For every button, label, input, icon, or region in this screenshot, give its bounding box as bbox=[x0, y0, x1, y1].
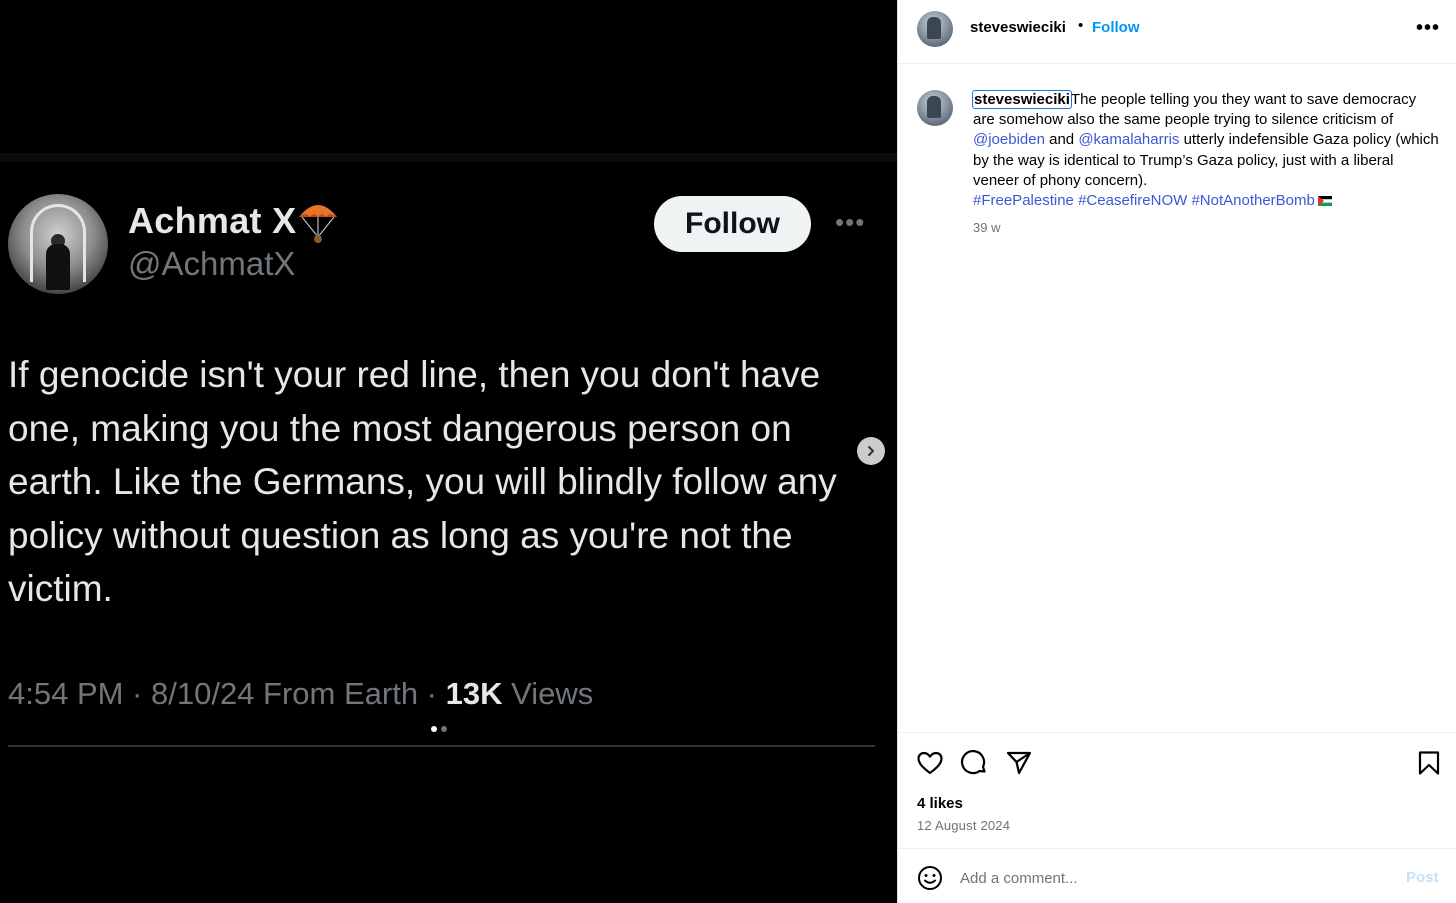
heart-icon[interactable] bbox=[916, 749, 944, 777]
carousel-dot-2 bbox=[441, 726, 447, 732]
caption-time-ago[interactable]: 39 w bbox=[973, 220, 1000, 235]
likes-count[interactable]: 4 likes bbox=[917, 795, 963, 812]
tweet-divider bbox=[8, 745, 875, 747]
caption-section: steveswiecikiThe people telling you they… bbox=[898, 64, 1456, 732]
hashtag-ceasefirenow[interactable]: #CeasefireNOW bbox=[1078, 192, 1187, 209]
next-slide-button[interactable] bbox=[857, 437, 885, 465]
author-avatar[interactable] bbox=[917, 11, 953, 47]
tweet-text: If genocide isn't your red line, then yo… bbox=[8, 354, 837, 609]
tweet-follow-button: Follow bbox=[654, 196, 811, 252]
comment-box: Post bbox=[898, 848, 1456, 903]
tweet-more-icon: ••• bbox=[835, 207, 866, 237]
media-top-band bbox=[0, 0, 897, 153]
follow-button[interactable]: Follow bbox=[1092, 19, 1140, 36]
carousel-dot-1 bbox=[431, 726, 437, 732]
hashtag-notanotherbomb[interactable]: #NotAnotherBomb bbox=[1191, 192, 1314, 209]
caption-text-2: and bbox=[1044, 131, 1079, 149]
parachute-icon bbox=[299, 205, 337, 243]
carousel-indicator bbox=[431, 726, 447, 732]
mention-joebiden[interactable]: @joebiden bbox=[973, 131, 1045, 148]
share-icon[interactable] bbox=[1005, 749, 1033, 777]
media-band-edge bbox=[0, 153, 897, 162]
chevron-right-icon bbox=[868, 446, 874, 456]
tweet-views-count: 13K bbox=[445, 676, 503, 711]
post-comment-button[interactable]: Post bbox=[1406, 869, 1439, 886]
caption-username[interactable]: steveswieciki bbox=[972, 90, 1072, 109]
palestine-flag-icon bbox=[1317, 196, 1332, 207]
author-username[interactable]: steveswieciki bbox=[970, 19, 1066, 36]
post-header: steveswieciki • Follow ••• bbox=[898, 0, 1456, 64]
caption-avatar[interactable] bbox=[917, 90, 953, 126]
tweet-timestamp: 4:54 PM · 8/10/24 From Earth · bbox=[8, 676, 446, 711]
comment-input[interactable] bbox=[960, 863, 1380, 893]
post-media[interactable]: Achmat X @AchmatX Follow ••• If genocide… bbox=[0, 0, 897, 903]
bookmark-icon[interactable] bbox=[1415, 749, 1443, 777]
hashtag-freepalestine[interactable]: #FreePalestine bbox=[973, 192, 1074, 209]
tweet-author-handle: @AchmatX bbox=[128, 245, 296, 282]
tweet-views-label: Views bbox=[502, 676, 594, 711]
comment-icon[interactable] bbox=[960, 749, 988, 777]
more-options-icon[interactable]: ••• bbox=[1416, 18, 1440, 38]
emoji-icon[interactable] bbox=[917, 865, 943, 891]
instagram-post-view: Achmat X @AchmatX Follow ••• If genocide… bbox=[0, 0, 1456, 903]
tweet-avatar bbox=[8, 194, 108, 294]
post-side-panel: steveswieciki • Follow ••• steveswieciki… bbox=[897, 0, 1456, 903]
tweet-author-name: Achmat X bbox=[128, 200, 297, 241]
action-bar: 4 likes 12 August 2024 bbox=[898, 732, 1456, 848]
mention-kamalaharris[interactable]: @kamalaharris bbox=[1078, 131, 1179, 148]
tweet-meta: 4:54 PM · 8/10/24 From Earth · 13K Views bbox=[8, 676, 593, 712]
header-separator: • bbox=[1078, 17, 1084, 34]
caption-text: steveswiecikiThe people telling you they… bbox=[972, 90, 1441, 211]
post-date: 12 August 2024 bbox=[917, 818, 1011, 833]
